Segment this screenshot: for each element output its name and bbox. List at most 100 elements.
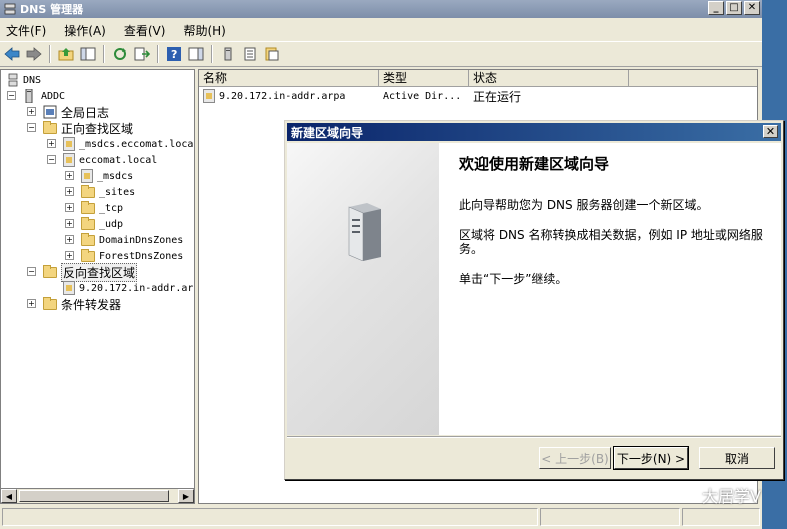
menu-file[interactable]: 文件(F): [6, 22, 46, 39]
watermark-text: 大居学V: [702, 487, 761, 506]
watermark: 大居学V: [676, 483, 761, 507]
forward-button[interactable]: [24, 44, 44, 64]
tree-node-sites[interactable]: _sites: [81, 184, 135, 200]
expand-toggle-msdcs-zone[interactable]: +: [47, 139, 56, 148]
menu-action[interactable]: 操作(A): [64, 22, 106, 39]
tree-node-global-logs[interactable]: 全局日志: [43, 104, 109, 120]
tree-label-msdcs: _msdcs: [97, 170, 134, 182]
properties-icon: [265, 47, 279, 61]
maximize-button[interactable]: □: [726, 1, 742, 15]
list-row[interactable]: 9.20.172.in-addr.arpa Active Dir... 正在运行: [203, 88, 643, 104]
tree-node-tcp[interactable]: _tcp: [81, 200, 123, 216]
next-button[interactable]: 下一步(N) >: [613, 446, 689, 470]
status-bar: [0, 506, 762, 528]
menu-view[interactable]: 查看(V): [124, 22, 166, 39]
tree-node-addc[interactable]: ADDC: [23, 88, 65, 104]
show-hide-tree-button[interactable]: [78, 44, 98, 64]
arrow-left-icon: [4, 47, 20, 61]
wizard-heading: 欢迎使用新建区域向导: [459, 155, 610, 173]
action-pane-icon: [188, 47, 204, 61]
back-button[interactable]: < 上一步(B): [539, 447, 611, 469]
wizard-body: 欢迎使用新建区域向导 此向导帮助您为 DNS 服务器创建一个新区域。 区域将 D…: [287, 143, 781, 435]
tree-node-reverse-child[interactable]: 9.20.172.in-addr.ar: [63, 280, 193, 296]
close-button[interactable]: ✕: [744, 1, 760, 15]
tree-node-reverse-zones[interactable]: 反向查找区域: [43, 262, 138, 282]
tree-node-local-zone[interactable]: eccomat.local: [63, 152, 157, 168]
refresh-icon: [114, 48, 126, 60]
tree-label-udp: _udp: [99, 218, 124, 230]
wizard-side-panel: [287, 143, 439, 435]
column-header-status[interactable]: 状态: [469, 70, 629, 87]
cancel-button[interactable]: 取消: [699, 447, 775, 469]
tree-node-dns[interactable]: DNS: [7, 72, 41, 88]
expand-toggle-forestdnszones[interactable]: +: [65, 251, 74, 260]
tree-label-tcp: _tcp: [99, 202, 124, 214]
wechat-icon: [676, 487, 698, 503]
status-pane-2: [540, 508, 680, 526]
tree-node-udp[interactable]: _udp: [81, 216, 123, 232]
collapse-toggle-local-zone[interactable]: −: [47, 155, 56, 164]
zone-icon: [63, 153, 75, 167]
expand-toggle-global-logs[interactable]: +: [27, 107, 36, 116]
wizard-close-button[interactable]: ✕: [763, 125, 778, 138]
tree-label-reverse-child: 9.20.172.in-addr.ar: [79, 282, 194, 294]
wizard-continue-hint: 单击“下一步”继续。: [459, 272, 568, 286]
expand-toggle-udp[interactable]: +: [65, 219, 74, 228]
tree-label-global-logs: 全局日志: [61, 105, 110, 120]
zone-icon: [63, 137, 75, 151]
tree-label-forestdnszones: ForestDnsZones: [99, 250, 184, 262]
server-button[interactable]: [218, 44, 238, 64]
scroll-left-button[interactable]: ◀: [1, 489, 17, 503]
new-zone-wizard-dialog: 新建区域向导 ✕ 欢迎使用新建区域向导 此向导帮助您为 DNS 服务器创建一个新…: [284, 120, 784, 480]
collapse-toggle-reverse-zones[interactable]: −: [27, 267, 36, 276]
tree-node-forward-zones[interactable]: 正向查找区域: [43, 120, 133, 136]
tree-node-conditional-forwarders[interactable]: 条件转发器: [43, 296, 121, 312]
up-folder-button[interactable]: [56, 44, 76, 64]
svg-text:?: ?: [171, 48, 177, 61]
help-icon: ?: [167, 47, 181, 61]
list-header: 名称 类型 状态: [199, 70, 757, 87]
refresh-button[interactable]: [110, 44, 130, 64]
tree-label-forward-zones: 正向查找区域: [61, 121, 134, 136]
console-tree[interactable]: DNS − ADDC + 全局日志 − 正向查找区域 + _msdcs.ecco…: [0, 69, 195, 504]
menu-bar: 文件(F) 操作(A) 查看(V) 帮助(H): [0, 20, 762, 40]
folder-icon: [81, 200, 95, 214]
expand-toggle-domaindnszones[interactable]: +: [65, 235, 74, 244]
event-log-icon: [43, 105, 57, 119]
row-status: 正在运行: [473, 89, 522, 104]
column-header-type[interactable]: 类型: [379, 70, 469, 87]
tree-label-dns: DNS: [23, 74, 42, 86]
properties-button[interactable]: [262, 44, 282, 64]
expand-toggle-sites[interactable]: +: [65, 187, 74, 196]
scroll-thumb[interactable]: [19, 490, 169, 502]
folder-icon: [43, 264, 57, 278]
expand-toggle-msdcs[interactable]: +: [65, 171, 74, 180]
tree-label-conditional-forwarders: 条件转发器: [61, 297, 122, 312]
tree-node-msdcs[interactable]: _msdcs: [81, 168, 133, 184]
back-button[interactable]: [2, 44, 22, 64]
collapse-toggle-addc[interactable]: −: [7, 91, 16, 100]
folder-icon: [43, 296, 57, 310]
list-button[interactable]: [240, 44, 260, 64]
tree-label-domaindnszones: DomainDnsZones: [99, 234, 184, 246]
minimize-button[interactable]: _: [708, 1, 724, 15]
row-type: Active Dir...: [383, 90, 462, 102]
expand-toggle-tcp[interactable]: +: [65, 203, 74, 212]
show-action-pane-button[interactable]: [186, 44, 206, 64]
expand-toggle-conditional-forwarders[interactable]: +: [27, 299, 36, 308]
arrow-right-icon: [26, 47, 42, 61]
tree-label-reverse-zones: 反向查找区域: [61, 262, 138, 282]
server-graphic-icon: [348, 203, 381, 261]
column-header-name[interactable]: 名称: [199, 70, 379, 87]
tree-node-domaindnszones[interactable]: DomainDnsZones: [81, 232, 183, 248]
tree-node-msdcs-zone[interactable]: _msdcs.eccomat.loca: [63, 136, 193, 152]
help-button[interactable]: ?: [164, 44, 184, 64]
collapse-toggle-forward-zones[interactable]: −: [27, 123, 36, 132]
tree-horizontal-scrollbar[interactable]: ◀ ▶: [0, 488, 195, 504]
wizard-title-bar: 新建区域向导 ✕: [287, 123, 781, 141]
export-list-button[interactable]: [132, 44, 152, 64]
menu-help[interactable]: 帮助(H): [183, 22, 225, 39]
document-list-icon: [244, 47, 256, 61]
console-tree-icon: [80, 47, 96, 61]
scroll-right-button[interactable]: ▶: [178, 489, 194, 503]
